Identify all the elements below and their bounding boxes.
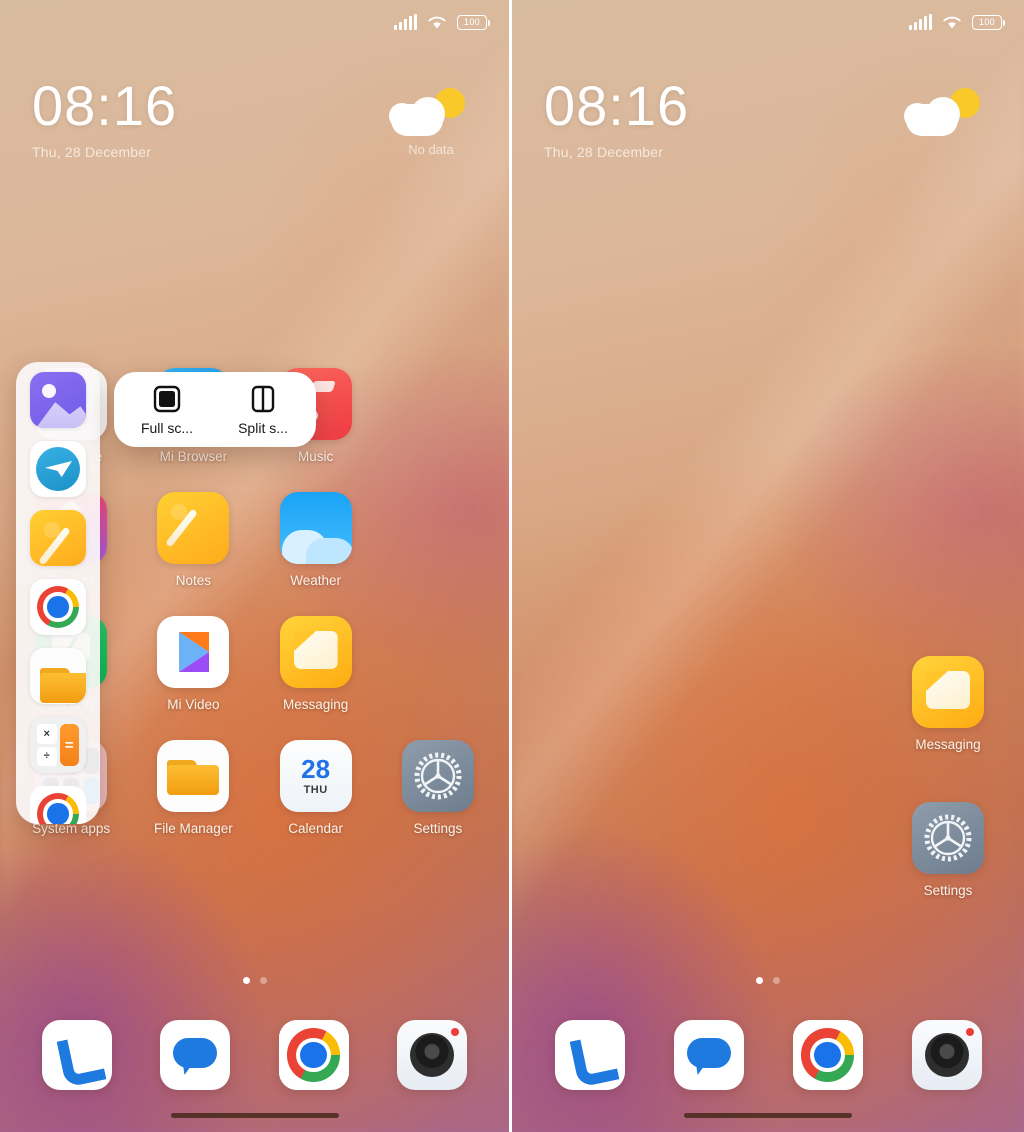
split-screen-label: Split s... (238, 420, 288, 436)
app-label: File Manager (153, 821, 233, 836)
weather-label: No data (408, 142, 454, 157)
battery-icon: 100 (457, 14, 490, 30)
mi-video-icon (157, 616, 230, 688)
app-label: Messaging (915, 737, 981, 752)
app-label: Settings (923, 883, 973, 898)
app-label: Weather (290, 573, 342, 588)
status-bar-right: 100 (909, 14, 1005, 30)
clock-time: 08:16 (544, 74, 690, 137)
clock-time: 08:16 (32, 74, 178, 137)
app-messaging-right[interactable]: Messaging (912, 656, 984, 752)
weather-icon (279, 492, 352, 564)
screenshot-stage: 100 08:16 Thu, 28 December No data Play … (0, 0, 1024, 1132)
split-screen-option[interactable]: Split s... (226, 385, 300, 436)
battery-level: 100 (464, 16, 480, 27)
wifi-icon (943, 16, 961, 28)
app-mi-video[interactable]: Mi Video (132, 616, 254, 712)
wifi-icon (428, 16, 446, 28)
app-file-manager[interactable]: File Manager (132, 740, 254, 836)
app-settings[interactable]: Settings (377, 740, 499, 836)
clock-date: Thu, 28 December (32, 144, 152, 160)
calendar-icon: 28 THU (279, 740, 352, 812)
chrome-icon[interactable] (278, 1020, 349, 1090)
messages-icon[interactable] (673, 1020, 744, 1090)
app-settings-right[interactable]: Settings (912, 802, 984, 898)
split-screen-icon (251, 385, 275, 413)
right-phone-panel: 100 08:16 Thu, 28 December Messaging Set… (512, 0, 1024, 1132)
clock-date: Thu, 28 December (544, 144, 664, 160)
cellular-signal-icon (394, 14, 417, 30)
app-label: Mi Video (167, 697, 220, 712)
calc-mini-multiply: × (37, 724, 57, 744)
sidebar-item-chrome-partial[interactable] (30, 786, 86, 824)
lock-clock-widget-right: 08:16 Thu, 28 December (544, 74, 690, 161)
full-screen-label: Full sc... (140, 420, 194, 436)
calc-mini-equals: = (59, 724, 79, 766)
battery-level: 100 (979, 16, 995, 27)
messaging-icon (912, 656, 984, 728)
sidebar-item-notes[interactable] (30, 510, 86, 566)
file-manager-icon (157, 740, 230, 812)
window-mode-popup: Full sc... Split s... (114, 372, 316, 447)
messages-icon[interactable] (160, 1020, 231, 1090)
app-label: Notes (175, 573, 212, 588)
app-label: Settings (413, 821, 463, 836)
camera-icon[interactable] (911, 1020, 982, 1090)
battery-icon: 100 (972, 14, 1005, 30)
page-indicator-right[interactable] (512, 977, 1024, 984)
home-indicator-left[interactable] (170, 1113, 339, 1118)
home-indicator-right[interactable] (684, 1113, 852, 1118)
weather-widget-left[interactable]: No data (383, 88, 479, 157)
app-weather[interactable]: Weather (255, 492, 377, 588)
wallpaper-right (512, 0, 1024, 1132)
settings-icon (912, 802, 984, 874)
calc-mini-divide: ÷ (37, 746, 57, 766)
camera-icon[interactable] (396, 1020, 467, 1090)
sidebar-item-calculator[interactable]: × ÷ = (30, 717, 86, 773)
lock-clock-widget-left: 08:16 Thu, 28 December (32, 74, 178, 161)
weather-widget-right[interactable] (898, 88, 994, 140)
sidebar-item-chrome[interactable] (30, 579, 86, 635)
app-label: Calendar (288, 821, 344, 836)
phone-icon[interactable] (42, 1020, 113, 1090)
phone-icon[interactable] (554, 1020, 625, 1090)
partly-cloudy-icon (898, 88, 994, 140)
app-messaging[interactable]: Messaging (255, 616, 377, 712)
notes-icon (157, 492, 230, 564)
messaging-icon (279, 616, 352, 688)
full-screen-option[interactable]: Full sc... (130, 385, 204, 436)
cellular-signal-icon (909, 14, 932, 30)
floating-app-sidebar[interactable]: × ÷ = (16, 362, 100, 824)
dock-right (512, 1020, 1024, 1090)
full-screen-icon (153, 385, 181, 413)
partly-cloudy-icon (383, 88, 479, 140)
page-indicator-left[interactable] (0, 977, 509, 984)
app-label: Music (297, 449, 334, 464)
sidebar-item-gallery[interactable] (30, 372, 86, 428)
sidebar-item-telegram[interactable] (30, 441, 86, 497)
sidebar-item-file-manager[interactable] (30, 648, 86, 704)
dock-left (0, 1020, 509, 1090)
left-phone-panel: 100 08:16 Thu, 28 December No data Play … (0, 0, 512, 1132)
app-notes[interactable]: Notes (132, 492, 254, 588)
status-bar-left: 100 (394, 14, 490, 30)
app-label: Mi Browser (159, 449, 228, 464)
app-label: Messaging (282, 697, 349, 712)
settings-icon (401, 740, 474, 812)
app-calendar[interactable]: 28 THU Calendar (255, 740, 377, 836)
calendar-day: 28 (301, 754, 331, 784)
chrome-icon[interactable] (792, 1020, 863, 1090)
calendar-weekday: THU (303, 784, 328, 796)
